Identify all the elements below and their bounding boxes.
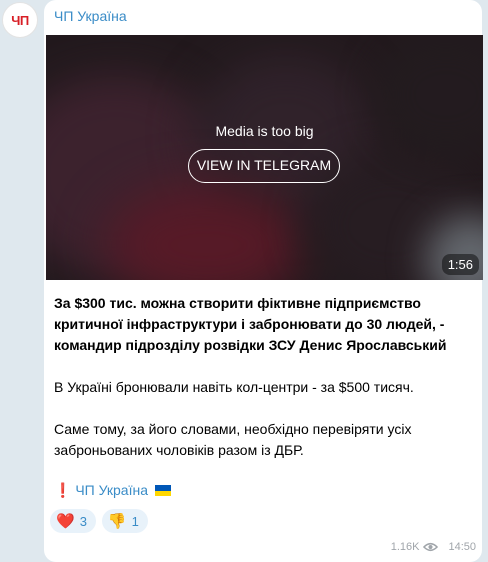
reactions-bar: ❤️ 3 👎 1 [50,509,148,533]
channel-avatar[interactable]: ЧП [2,2,38,38]
channel-name[interactable]: ЧП Україна [54,8,127,24]
heart-icon: ❤️ [56,513,75,530]
message-meta: 1.16K 14:50 [391,541,476,553]
video-duration: 1:56 [441,254,479,275]
reaction-count: 1 [131,513,139,529]
signature-text[interactable]: ЧП Україна [75,482,148,498]
eye-icon [423,542,439,552]
exclamation-icon: ❗ [54,482,72,498]
message-text: За $300 тис. можна створити фіктивне під… [54,293,474,482]
message-paragraph: Саме тому, за його словами, необхідно пе… [54,421,412,458]
reaction-thumbs-down[interactable]: 👎 1 [101,509,148,533]
message-paragraph: В Україні бронювали навіть кол-центри - … [54,379,414,395]
media-too-big-notice: Media is too big [215,123,314,139]
reaction-heart[interactable]: ❤️ 3 [50,509,96,533]
ukraine-flag-icon [154,485,171,496]
view-count: 1.16K [390,541,420,553]
message-time: 14:50 [448,541,476,553]
message-paragraph: За $300 тис. можна створити фіктивне під… [54,295,447,353]
thumbs-down-icon: 👎 [107,513,127,530]
media-preview[interactable]: Media is too big VIEW IN TELEGRAM 1:56 [46,35,483,280]
channel-signature[interactable]: ❗ ЧП Україна [54,482,171,499]
reaction-count: 3 [79,513,87,529]
view-in-telegram-button[interactable]: VIEW IN TELEGRAM [188,149,340,183]
